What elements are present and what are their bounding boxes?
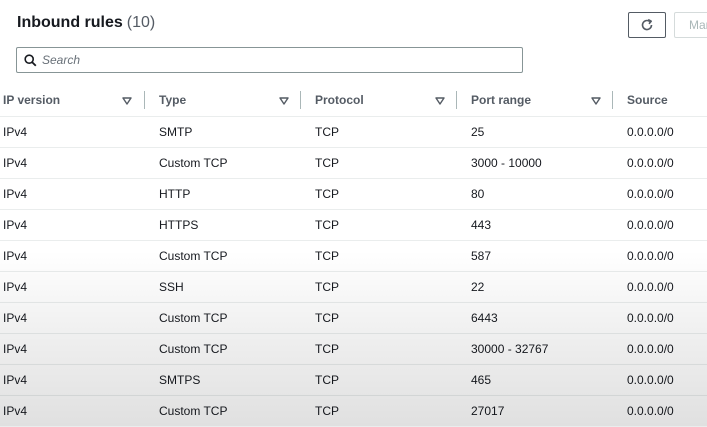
- cell-source: 0.0.0.0/0: [627, 125, 674, 139]
- cell-source: 0.0.0.0/0: [627, 311, 674, 325]
- search-icon: [24, 54, 37, 67]
- cell-type: Custom TCP: [159, 342, 228, 356]
- search-input[interactable]: [42, 50, 512, 70]
- cell-port-range: 25: [471, 125, 485, 139]
- column-divider[interactable]: [612, 91, 613, 109]
- table-row[interactable]: IPv4 HTTP TCP 80 0.0.0.0/0: [0, 179, 707, 210]
- cell-protocol: TCP: [315, 311, 339, 325]
- table-header: IP version Type Protocol Port range Sour…: [0, 86, 707, 117]
- cell-protocol: TCP: [315, 280, 339, 294]
- cell-port-range: 6443: [471, 311, 498, 325]
- cell-protocol: TCP: [315, 249, 339, 263]
- cell-source: 0.0.0.0/0: [627, 280, 674, 294]
- cell-type: SSH: [159, 280, 184, 294]
- column-header-protocol[interactable]: Protocol: [315, 86, 364, 116]
- cell-type: SMTP: [159, 125, 193, 139]
- column-header-ip-version[interactable]: IP version: [3, 86, 60, 116]
- table-row[interactable]: IPv4 Custom TCP TCP 6443 0.0.0.0/0: [0, 303, 707, 334]
- column-divider[interactable]: [144, 91, 145, 109]
- cell-port-range: 27017: [471, 404, 505, 418]
- refresh-button[interactable]: [628, 12, 666, 38]
- cell-protocol: TCP: [315, 156, 339, 170]
- table-row[interactable]: IPv4 HTTPS TCP 443 0.0.0.0/0: [0, 210, 707, 241]
- cell-protocol: TCP: [315, 218, 339, 232]
- cell-port-range: 80: [471, 187, 485, 201]
- table-row[interactable]: IPv4 Custom TCP TCP 3000 - 10000 0.0.0.0/0: [0, 148, 707, 179]
- cell-source: 0.0.0.0/0: [627, 404, 674, 418]
- cell-ip-version: IPv4: [3, 280, 28, 294]
- column-header-port-range[interactable]: Port range: [471, 86, 531, 116]
- column-header-source[interactable]: Source: [627, 86, 668, 116]
- cell-type: HTTP: [159, 187, 191, 201]
- caret-down-icon[interactable]: [435, 97, 445, 105]
- cell-type: HTTPS: [159, 218, 199, 232]
- cell-port-range: 465: [471, 373, 492, 387]
- caret-down-icon[interactable]: [279, 97, 289, 105]
- cell-protocol: TCP: [315, 187, 339, 201]
- refresh-icon: [641, 18, 653, 31]
- cell-source: 0.0.0.0/0: [627, 156, 674, 170]
- cell-type: Custom TCP: [159, 311, 228, 325]
- table-row[interactable]: IPv4 Custom TCP TCP 587 0.0.0.0/0: [0, 241, 707, 272]
- cell-protocol: TCP: [315, 125, 339, 139]
- column-divider[interactable]: [300, 91, 301, 109]
- cell-port-range: 3000 - 10000: [471, 156, 542, 170]
- cell-port-range: 22: [471, 280, 485, 294]
- cell-type: Custom TCP: [159, 156, 228, 170]
- cell-source: 0.0.0.0/0: [627, 342, 674, 356]
- cell-ip-version: IPv4: [3, 125, 28, 139]
- rule-count: (10): [126, 14, 156, 31]
- cell-ip-version: IPv4: [3, 311, 28, 325]
- page-title: Inbound rules (10): [17, 14, 155, 32]
- cell-source: 0.0.0.0/0: [627, 218, 674, 232]
- cell-ip-version: IPv4: [3, 342, 28, 356]
- caret-down-icon[interactable]: [122, 97, 132, 105]
- cell-protocol: TCP: [315, 373, 339, 387]
- table-row[interactable]: IPv4 Custom TCP TCP 27017 0.0.0.0/0: [0, 396, 707, 427]
- column-divider[interactable]: [456, 91, 457, 109]
- cell-protocol: TCP: [315, 342, 339, 356]
- table-row[interactable]: IPv4 SMTP TCP 25 0.0.0.0/0: [0, 117, 707, 148]
- table-row[interactable]: IPv4 Custom TCP TCP 30000 - 32767 0.0.0.0/0: [0, 334, 707, 365]
- cell-source: 0.0.0.0/0: [627, 373, 674, 387]
- caret-down-icon[interactable]: [591, 97, 601, 105]
- cell-ip-version: IPv4: [3, 156, 28, 170]
- cell-ip-version: IPv4: [3, 218, 28, 232]
- search-field[interactable]: [16, 47, 523, 73]
- cell-ip-version: IPv4: [3, 373, 28, 387]
- cell-ip-version: IPv4: [3, 249, 28, 263]
- table-row[interactable]: IPv4 SSH TCP 22 0.0.0.0/0: [0, 272, 707, 303]
- cell-ip-version: IPv4: [3, 187, 28, 201]
- cell-port-range: 443: [471, 218, 492, 232]
- cell-source: 0.0.0.0/0: [627, 187, 674, 201]
- manage-rules-button[interactable]: Manage: [674, 12, 707, 38]
- cell-type: SMTPS: [159, 373, 201, 387]
- cell-port-range: 587: [471, 249, 492, 263]
- cell-type: Custom TCP: [159, 249, 228, 263]
- cell-source: 0.0.0.0/0: [627, 249, 674, 263]
- cell-port-range: 30000 - 32767: [471, 342, 549, 356]
- table-row[interactable]: IPv4 SMTPS TCP 465 0.0.0.0/0: [0, 365, 707, 396]
- cell-ip-version: IPv4: [3, 404, 28, 418]
- title-text: Inbound rules: [17, 14, 123, 31]
- column-header-type[interactable]: Type: [159, 86, 186, 116]
- cell-protocol: TCP: [315, 404, 339, 418]
- cell-type: Custom TCP: [159, 404, 228, 418]
